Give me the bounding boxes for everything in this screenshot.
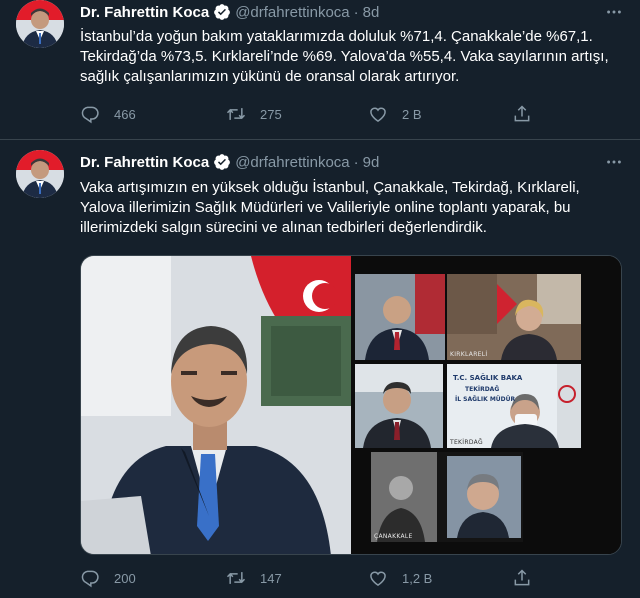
author-name[interactable]: Dr. Fahrettin Koca	[80, 4, 209, 21]
reply-button[interactable]: 466	[80, 104, 136, 124]
video-tile: T.C. SAĞLIK BAKA TEKİRDAĞ İL SAĞLIK MÜDÜ…	[447, 364, 581, 448]
share-icon	[514, 569, 530, 586]
more-icon[interactable]	[604, 151, 624, 173]
retweet-count: 275	[260, 106, 282, 122]
wall-sign: İL SAĞLIK MÜDÜR	[455, 396, 516, 403]
verified-badge-icon	[213, 153, 231, 171]
avatar[interactable]	[16, 0, 64, 48]
tweet-media[interactable]: KIRKLARELİ T.C. SAĞLIK BAKA TEKİRDAĞ İL …	[80, 255, 622, 555]
tweet[interactable]: Dr. Fahrettin Koca @drfahrettinkoca · 8d…	[0, 0, 640, 140]
reply-icon	[81, 570, 99, 588]
share-button[interactable]	[512, 104, 532, 124]
reply-count: 466	[114, 106, 136, 122]
retweet-button[interactable]: 275	[226, 104, 282, 124]
timestamp[interactable]: 9d	[363, 154, 380, 171]
tweet-header: Dr. Fahrettin Koca @drfahrettinkoca · 8d	[80, 1, 624, 23]
video-tile: KIRKLARELİ	[447, 274, 581, 360]
separator: ·	[353, 153, 359, 171]
tweet-actions: 200 147 1,2 B	[80, 566, 530, 590]
wall-sign: TEKİRDAĞ	[465, 386, 500, 393]
retweet-icon	[226, 108, 246, 120]
author-name[interactable]: Dr. Fahrettin Koca	[80, 154, 209, 171]
share-icon	[514, 105, 530, 122]
video-tile	[355, 364, 443, 448]
tweet-text: Vaka artışımızın en yüksek olduğu İstanb…	[80, 179, 580, 236]
media-video-conference[interactable]: KIRKLARELİ T.C. SAĞLIK BAKA TEKİRDAĞ İL …	[351, 256, 621, 554]
tweet-header: Dr. Fahrettin Koca @drfahrettinkoca · 9d	[80, 151, 624, 173]
wall-sign: T.C. SAĞLIK BAKA	[453, 374, 523, 382]
like-button[interactable]: 1,2 B	[368, 568, 432, 588]
retweet-button[interactable]: 147	[226, 568, 282, 588]
heart-icon	[370, 107, 386, 122]
tweet[interactable]: Dr. Fahrettin Koca @drfahrettinkoca · 9d…	[0, 140, 640, 598]
like-count: 2 B	[402, 106, 422, 122]
share-button[interactable]	[512, 568, 532, 588]
reply-icon	[81, 106, 99, 124]
avatar[interactable]	[16, 150, 64, 198]
video-tile	[355, 274, 445, 360]
video-tile: ÇANAKKALE	[371, 452, 523, 542]
reply-count: 200	[114, 570, 136, 586]
like-count: 1,2 B	[402, 570, 433, 586]
more-icon[interactable]	[604, 1, 624, 23]
tweet-text: İstanbul’da yoğun bakım yataklarımızda d…	[80, 28, 609, 85]
verified-badge-icon	[213, 3, 231, 21]
retweet-icon	[226, 572, 246, 584]
video-label: ÇANAKKALE	[374, 533, 413, 540]
tweet-actions: 466 275 2 B	[80, 102, 530, 126]
heart-icon	[370, 571, 386, 586]
separator: ·	[353, 3, 359, 21]
author-handle[interactable]: @drfahrettinkoca	[235, 4, 349, 21]
retweet-count: 147	[260, 570, 282, 586]
reply-button[interactable]: 200	[80, 568, 136, 588]
media-photo-main[interactable]	[81, 256, 351, 554]
video-label: TEKİRDAĞ	[450, 439, 483, 446]
like-button[interactable]: 2 B	[368, 104, 422, 124]
timestamp[interactable]: 8d	[363, 4, 380, 21]
author-handle[interactable]: @drfahrettinkoca	[235, 154, 349, 171]
video-label: KIRKLARELİ	[450, 351, 488, 358]
